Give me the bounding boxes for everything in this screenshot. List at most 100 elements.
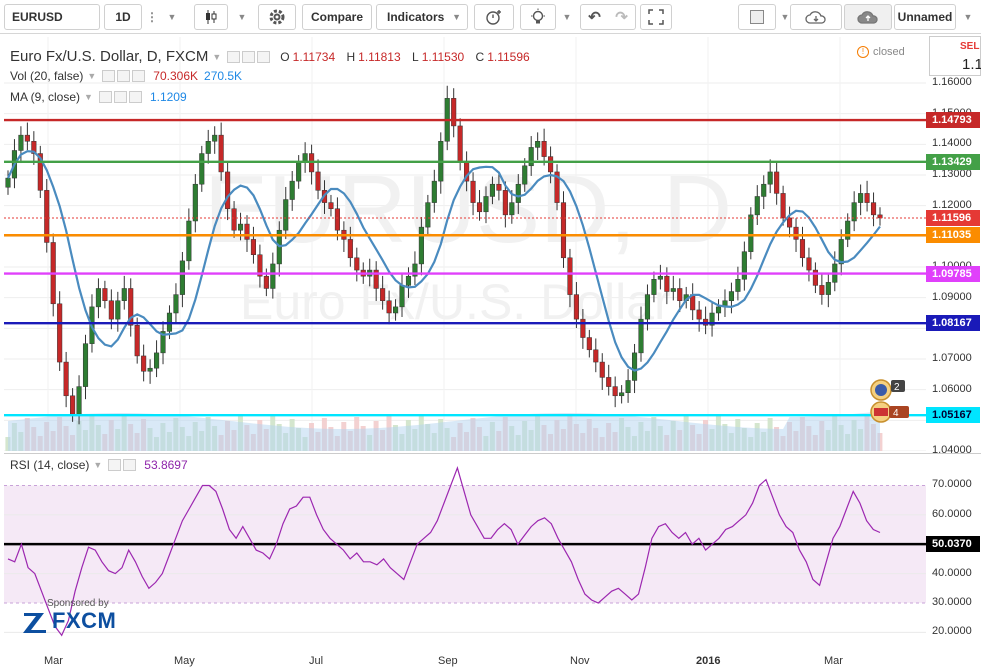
- indicators-label: Indicators: [387, 10, 445, 24]
- ma-legend-chevron-icon[interactable]: ▼: [84, 92, 93, 102]
- candle: [709, 302, 715, 337]
- main-series-legend[interactable]: Euro Fx/U.S. Dollar, D, FXCM ▼ O 1.11734 …: [10, 48, 530, 65]
- high-value: 1.11813: [358, 49, 401, 64]
- series-visibility-icon[interactable]: [227, 50, 241, 63]
- clock-icon: !: [857, 46, 869, 58]
- candle-body: [780, 193, 786, 219]
- chart-style-candles-icon[interactable]: [194, 4, 228, 30]
- candle-body: [502, 190, 508, 216]
- rsi-tick: 20.0000: [932, 625, 972, 638]
- volume-legend-chevron-icon[interactable]: ▼: [87, 71, 96, 81]
- alert-add-icon[interactable]: [474, 4, 514, 30]
- events-badges[interactable]: 2 4: [869, 378, 913, 424]
- candle-body: [548, 156, 554, 173]
- series-legend-chevron-icon[interactable]: ▼: [212, 52, 221, 62]
- candle-body: [535, 141, 541, 148]
- candle-body: [425, 202, 431, 228]
- candle-body: [496, 183, 502, 191]
- series-settings-icon[interactable]: [242, 50, 256, 63]
- rsi-legend[interactable]: RSI (14, close) ▼ 53.8697: [10, 458, 188, 472]
- candle-body: [573, 294, 579, 320]
- candle: [444, 85, 450, 151]
- candle: [761, 175, 767, 210]
- candle-body: [515, 183, 521, 203]
- series-more-icon[interactable]: [257, 50, 271, 63]
- symbol-search-button[interactable]: EURUSD: [4, 4, 100, 30]
- last-price-tag: 1.11596: [926, 210, 980, 227]
- ma-visibility-icon[interactable]: [98, 91, 112, 103]
- candle-body: [173, 294, 179, 314]
- candle-body: [354, 257, 360, 271]
- candle: [690, 283, 696, 321]
- interval-dropdown-chevron-icon[interactable]: ▼: [162, 4, 182, 30]
- undo-icon[interactable]: ↶: [588, 8, 601, 26]
- volume-settings-icon[interactable]: [117, 70, 131, 82]
- candle: [612, 376, 618, 408]
- compare-button[interactable]: Compare: [302, 4, 372, 30]
- candle-body: [799, 239, 806, 259]
- layout-dropdown-icon[interactable]: ▼: [958, 4, 978, 30]
- candle: [877, 207, 883, 226]
- cloud-load-icon[interactable]: [790, 4, 842, 30]
- volume-more-icon[interactable]: [132, 70, 146, 82]
- idea-dropdown-icon[interactable]: ▼: [558, 4, 576, 30]
- ma-legend[interactable]: MA (9, close) ▼ 1.1209: [10, 90, 187, 104]
- rsi-tick: 40.0000: [932, 566, 972, 579]
- candle-body: [57, 303, 63, 363]
- candle-body: [270, 263, 276, 289]
- candle: [722, 289, 728, 317]
- level-price-tag: 1.05167: [926, 407, 980, 424]
- settings-gear-icon[interactable]: [258, 4, 296, 30]
- chart-style-dropdown-icon[interactable]: ▼: [232, 4, 252, 30]
- rsi-pane[interactable]: [4, 453, 926, 650]
- interval-button[interactable]: 1D: [104, 4, 142, 30]
- sponsor-logo[interactable]: Sponsored by FXCM: [22, 598, 132, 636]
- cloud-save-icon[interactable]: [844, 4, 892, 30]
- candle-body: [179, 260, 185, 295]
- rsi-tick: 30.0000: [932, 595, 972, 608]
- candle-body: [76, 386, 82, 415]
- volume-legend[interactable]: Vol (20, false) ▼ 70.306K 270.5K: [10, 69, 242, 83]
- ma-settings-icon[interactable]: [113, 91, 127, 103]
- redo-icon[interactable]: ↷: [615, 8, 628, 26]
- candle-body: [825, 282, 831, 295]
- indicators-button[interactable]: Indicators ▼: [376, 4, 468, 30]
- price-axis[interactable]: 1.150001.160001.140001.130001.120001.100…: [926, 37, 981, 456]
- candle-body: [728, 291, 734, 301]
- candle-body: [741, 251, 747, 280]
- ma-more-icon[interactable]: [128, 91, 142, 103]
- candle: [102, 280, 108, 309]
- candle: [63, 351, 69, 408]
- rsi-axis[interactable]: 70.0000 60.0000 40.0000 30.0000 20.0000 50.03…: [926, 453, 981, 650]
- candle-body: [664, 275, 670, 292]
- rsi-visibility-icon[interactable]: [108, 459, 122, 471]
- volume-visibility-icon[interactable]: [102, 70, 116, 82]
- rsi-settings-icon[interactable]: [123, 459, 137, 471]
- candle: [806, 247, 812, 282]
- layout-name-label: Unnamed: [897, 10, 953, 24]
- close-value: 1.11596: [487, 49, 530, 64]
- candle: [787, 206, 793, 238]
- candle-body: [192, 183, 198, 222]
- snapshot-square-icon[interactable]: [738, 4, 776, 30]
- rsi-chart-svg[interactable]: [4, 454, 926, 650]
- candle-body: [328, 202, 334, 209]
- candle-body: [644, 294, 651, 320]
- candle: [625, 369, 631, 403]
- candle-body: [593, 349, 599, 363]
- time-axis[interactable]: Mar May Jul Sep Nov 2016 Mar: [4, 652, 926, 668]
- fullscreen-icon[interactable]: [640, 4, 672, 30]
- layout-name-button[interactable]: Unnamed: [894, 4, 956, 30]
- trading-chart-app: EURUSD 1D ⋮ ▼ ▼ Compare Indicators ▼ ▼ ↶ …: [0, 0, 981, 668]
- sponsor-brand: FXCM: [52, 608, 117, 633]
- candle-body: [864, 193, 870, 203]
- rsi-legend-chevron-icon[interactable]: ▼: [93, 460, 102, 470]
- candle: [160, 321, 166, 365]
- more-vertical-icon[interactable]: ⋮: [144, 4, 160, 30]
- sell-panel[interactable]: SEL 1.1: [929, 36, 981, 76]
- ma-value: 1.1209: [149, 90, 187, 104]
- idea-lightbulb-icon[interactable]: [520, 4, 556, 30]
- candle-body: [586, 337, 592, 351]
- candle: [50, 233, 56, 317]
- open-label: O: [280, 49, 290, 64]
